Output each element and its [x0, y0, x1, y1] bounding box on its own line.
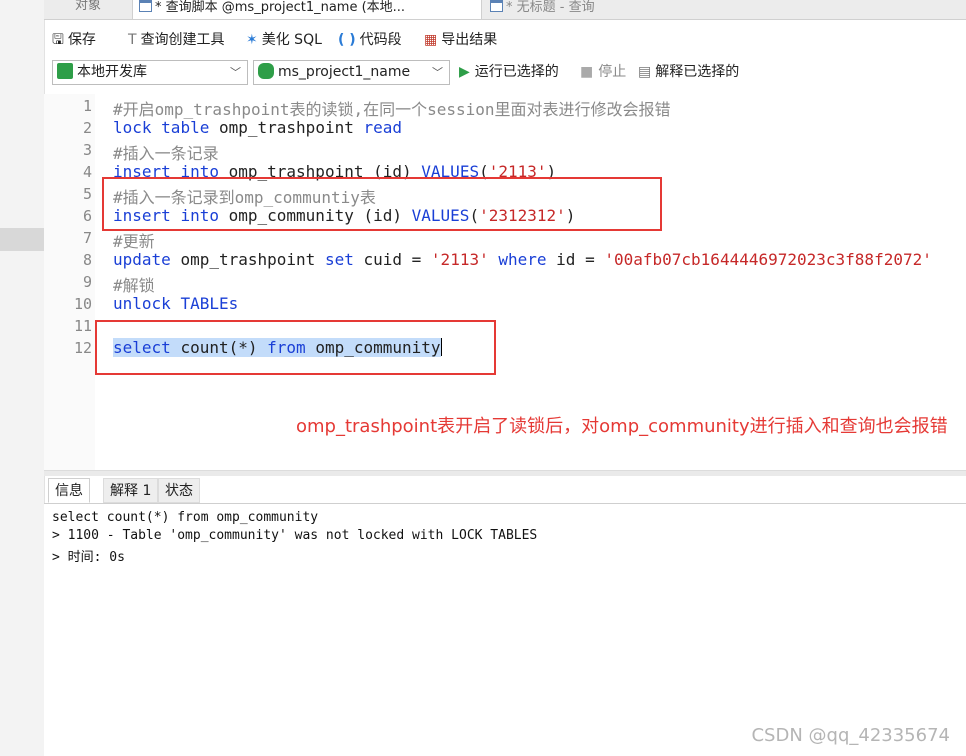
run-selected-label: 运行已选择的	[474, 64, 559, 80]
line-number: 5	[82, 185, 92, 203]
object-panel-selection[interactable]	[0, 228, 44, 251]
floppy-disk-icon: 🖫	[52, 32, 64, 48]
code-line-3: #插入一条记录	[113, 140, 219, 164]
beautify-sql-button[interactable]: ✶ 美化 SQL	[246, 27, 322, 53]
object-panel	[0, 0, 45, 756]
comment: #插入一条记录	[113, 144, 219, 163]
database-icon	[258, 63, 274, 79]
query-builder-button[interactable]: T 查询创建工具	[128, 27, 225, 53]
result-line-query: select count(*) from omp_community	[52, 510, 319, 525]
highlight-box-select	[95, 320, 496, 375]
line-number: 11	[73, 317, 92, 335]
stop-label: 停止	[598, 64, 627, 80]
database-select[interactable]: ms_project1_name ﹀	[253, 60, 450, 85]
query-toolbar: 🖫 保存 T 查询创建工具 ✶ 美化 SQL ( ) 代码段 ▦ 导出结果	[44, 27, 966, 53]
export-label: 导出结果	[441, 32, 498, 48]
annotation-text: omp_trashpoint表开启了读锁后，对omp_community进行插入…	[296, 416, 948, 437]
tab-query-label: * 查询脚本 @ms_project1_name (本地...	[155, 0, 406, 15]
line-number: 3	[82, 141, 92, 159]
keyword: table	[161, 118, 210, 137]
string-literal: '2113'	[430, 250, 489, 269]
result-output: select count(*) from omp_community > 110…	[44, 504, 966, 756]
explain-selected-button[interactable]: ▤ 解释已选择的	[638, 60, 739, 85]
keyword: unlock	[113, 294, 171, 313]
stop-button[interactable]: ■ 停止	[580, 60, 626, 85]
code-line-7: #更新	[113, 228, 155, 252]
braces-icon: ( )	[338, 32, 356, 48]
line-number-gutter: 1 2 3 4 5 6 7 8 9 10 11 12	[44, 94, 95, 470]
play-icon: ▶	[459, 64, 470, 80]
connection-icon	[57, 63, 73, 79]
code-line-8: update omp_trashpoint set cuid = '2113' …	[113, 250, 932, 269]
panel-splitter[interactable]	[44, 470, 966, 476]
comment: #开启omp_trashpoint表的读锁,在同一个session里面对表进行修…	[113, 100, 671, 119]
hammer-icon: T	[128, 32, 137, 48]
result-tab-bar: 信息 解释 1 状态	[44, 477, 966, 504]
identifier: omp_trashpoint	[180, 250, 316, 269]
tab-status[interactable]: 状态	[158, 478, 200, 503]
query-builder-label: 查询创建工具	[140, 32, 225, 48]
line-number: 12	[73, 339, 92, 357]
line-number: 8	[82, 251, 92, 269]
export-icon: ▦	[424, 32, 438, 48]
result-line-time: > 时间: 0s	[52, 550, 125, 565]
identifier: cuid =	[363, 250, 422, 269]
tab-explain[interactable]: 解释 1	[103, 478, 159, 503]
keyword: lock	[113, 118, 152, 137]
query-icon	[490, 0, 503, 12]
keyword: TABLEs	[180, 294, 239, 313]
connection-value: 本地开发库	[77, 64, 147, 80]
result-line-error: > 1100 - Table 'omp_community' was not l…	[52, 528, 538, 543]
keyword: set	[324, 250, 354, 269]
line-number: 4	[82, 163, 92, 181]
line-number: 9	[82, 273, 92, 291]
code-line-10: unlock TABLEs	[113, 294, 238, 313]
save-button[interactable]: 🖫 保存	[52, 27, 96, 53]
identifier: omp_trashpoint	[218, 118, 354, 137]
line-number: 2	[82, 119, 92, 137]
keyword: where	[498, 250, 547, 269]
export-results-button[interactable]: ▦ 导出结果	[424, 27, 497, 53]
magic-wand-icon: ✶	[246, 32, 258, 48]
chevron-down-icon: ﹀	[230, 66, 241, 79]
code-line-1: #开启omp_trashpoint表的读锁,在同一个session里面对表进行修…	[113, 96, 671, 120]
tab-untitled-query[interactable]: * 无标题 - 查询	[484, 0, 790, 19]
query-icon	[139, 0, 152, 12]
tab-query-script[interactable]: * 查询脚本 @ms_project1_name (本地...	[132, 0, 482, 19]
identifier: id =	[556, 250, 595, 269]
tab-info[interactable]: 信息	[48, 478, 90, 503]
code-line-9: #解锁	[113, 272, 155, 296]
highlight-box-insert	[102, 177, 662, 231]
line-number: 10	[73, 295, 92, 313]
run-selected-button[interactable]: ▶ 运行已选择的	[459, 60, 559, 85]
line-number: 1	[82, 97, 92, 115]
explain-selected-label: 解释已选择的	[655, 64, 740, 80]
keyword: read	[363, 118, 403, 137]
snippet-label: 代码段	[359, 32, 402, 48]
code-line-2: lock table omp_trashpoint read	[113, 118, 402, 137]
string-literal: '00afb07cb1644446972023c3f88f2072'	[604, 250, 932, 269]
comment: #解锁	[113, 276, 155, 295]
tab-objects[interactable]: 对象	[44, 0, 132, 19]
watermark: CSDN @qq_42335674	[751, 725, 950, 746]
line-number: 7	[82, 229, 92, 247]
database-value: ms_project1_name	[278, 64, 411, 80]
save-label: 保存	[67, 32, 96, 48]
comment: #更新	[113, 232, 155, 251]
chevron-down-icon: ﹀	[432, 66, 443, 79]
beautify-label: 美化 SQL	[261, 32, 322, 48]
connection-select[interactable]: 本地开发库 ﹀	[52, 60, 248, 85]
keyword: update	[113, 250, 171, 269]
tab-untitled-label: * 无标题 - 查询	[506, 0, 595, 15]
editor-tab-bar: 对象 * 查询脚本 @ms_project1_name (本地... * 无标题…	[44, 0, 966, 20]
line-number: 6	[82, 207, 92, 225]
explain-icon: ▤	[638, 64, 652, 80]
code-snippet-button[interactable]: ( ) 代码段	[338, 27, 402, 53]
stop-icon: ■	[580, 64, 594, 80]
